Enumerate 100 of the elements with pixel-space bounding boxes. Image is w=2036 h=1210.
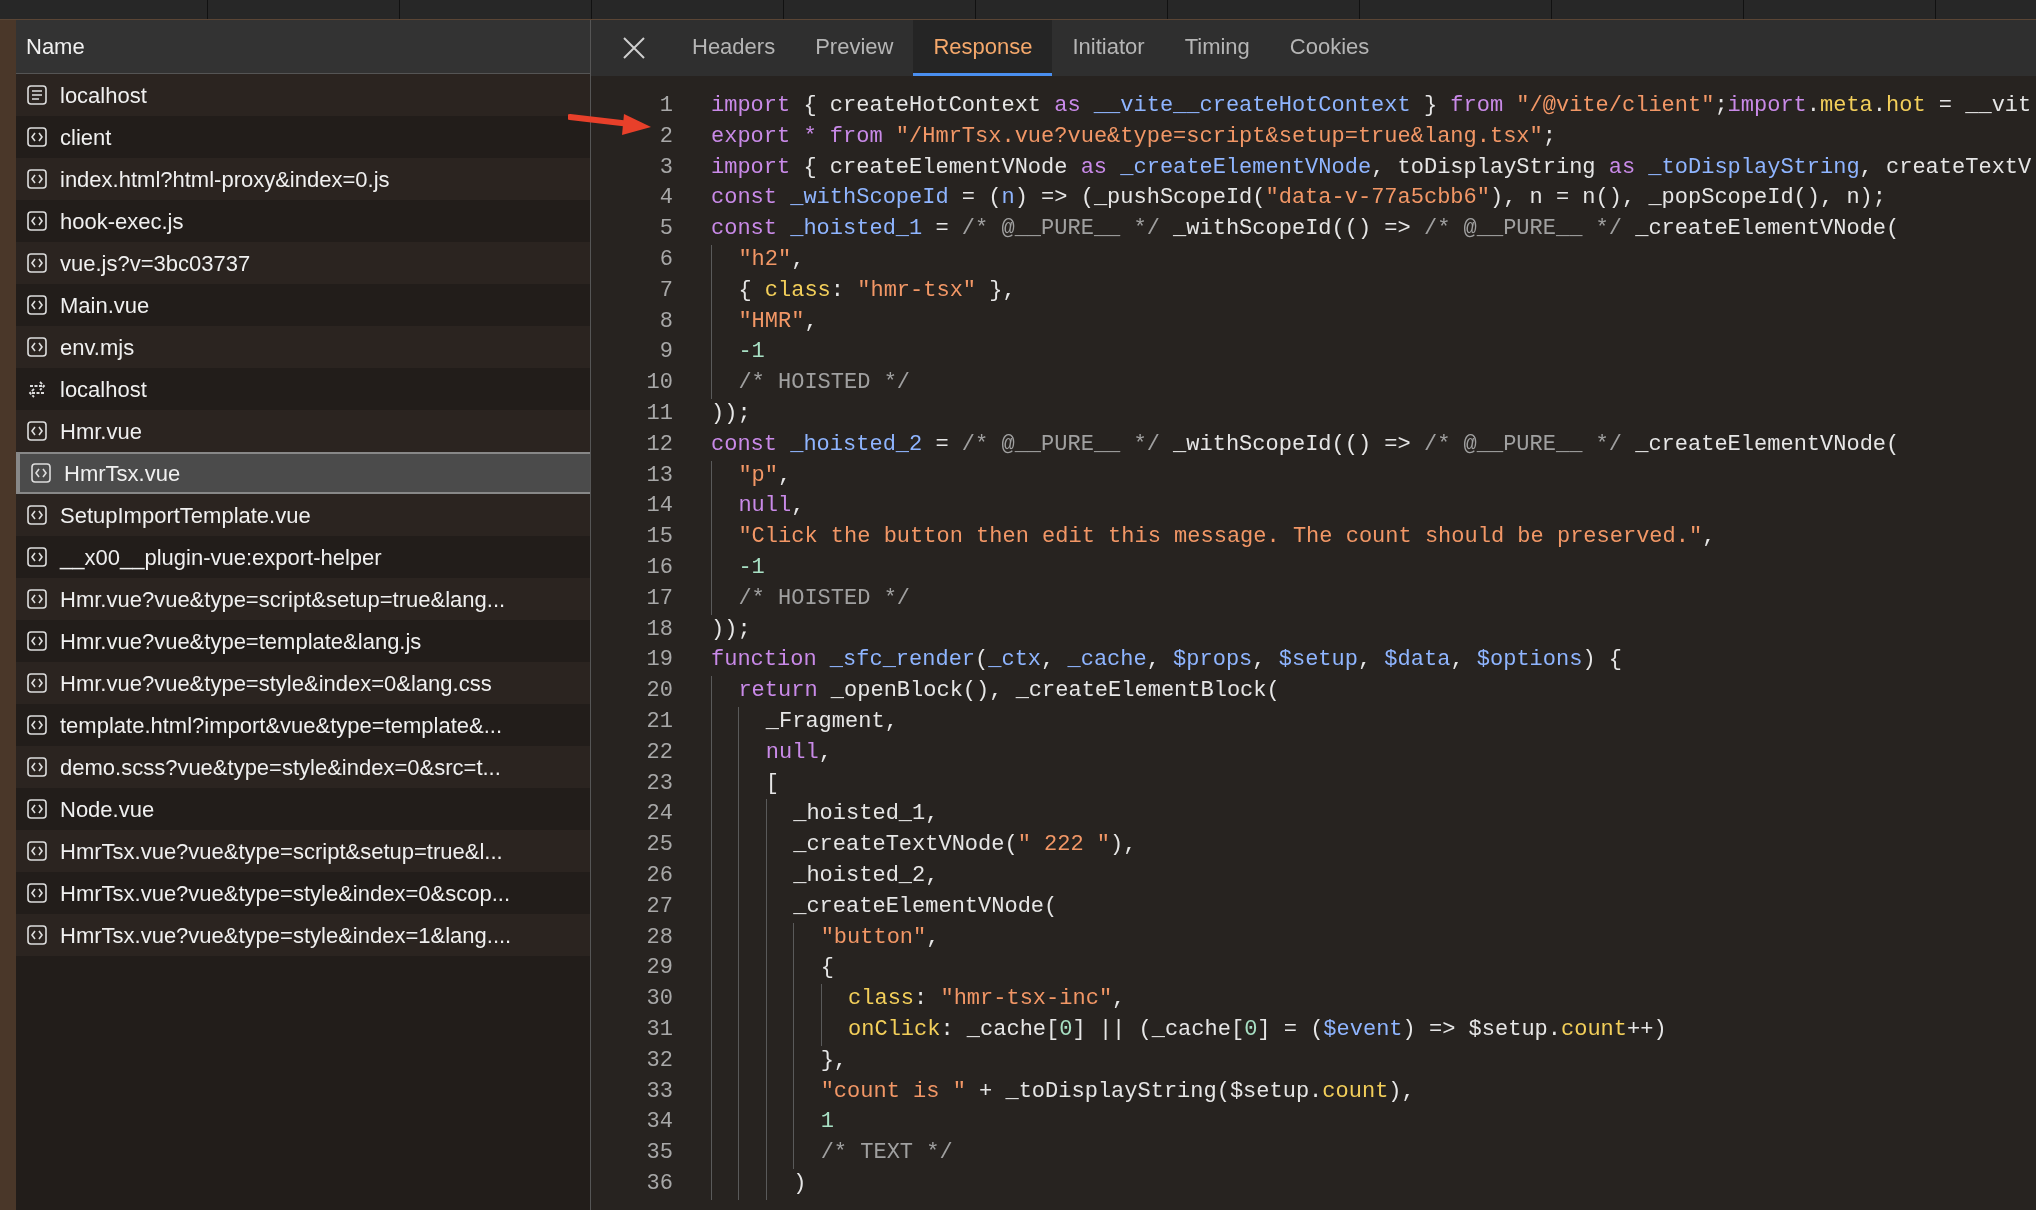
request-name: localhost <box>60 375 147 404</box>
line-number: 3 <box>658 153 673 182</box>
request-name: client <box>60 123 112 152</box>
request-row[interactable]: Hmr.vue <box>16 410 590 452</box>
request-name: HmrTsx.vue?vue&type=script&setup=true&l... <box>60 837 503 866</box>
request-row[interactable]: demo.scss?vue&type=style&index=0&src=t... <box>16 746 590 788</box>
code-line: const _withScopeId = (n) => (_pushScopeId("data-v-77a5cbb6"), n = n(), _popScopeId(), n); <box>711 184 1887 213</box>
code-file-icon <box>26 210 48 232</box>
request-name: demo.scss?vue&type=style&index=0&src=t... <box>60 753 501 782</box>
code-line: [ <box>711 768 779 800</box>
code-line: null, <box>711 737 832 769</box>
document-icon <box>26 84 48 106</box>
request-name: __x00__plugin-vue:export-helper <box>60 543 382 572</box>
code-line: return _openBlock(), _createElementBlock( <box>711 676 1280 707</box>
code-file-icon <box>26 882 48 904</box>
line-number: 8 <box>658 307 673 336</box>
request-row[interactable]: HmrTsx.vue <box>16 452 590 494</box>
request-row[interactable]: index.html?html-proxy&index=0.js <box>16 158 590 200</box>
request-name: Hmr.vue?vue&type=template&lang.js <box>60 627 422 656</box>
code-file-icon <box>26 504 48 526</box>
request-row[interactable]: localhost <box>16 74 590 116</box>
line-number: 4 <box>658 184 673 213</box>
request-row[interactable]: env.mjs <box>16 326 590 368</box>
code-line: const _hoisted_1 = /* @__PURE__ */ _withScopeId(() => /* @__PURE__ */ _createElementVNode( <box>711 215 1900 244</box>
code-file-icon <box>26 672 48 694</box>
column-header[interactable]: Name <box>16 20 590 74</box>
code-line: /* HOISTED */ <box>711 368 911 399</box>
code-file-icon <box>26 546 48 568</box>
request-name: Hmr.vue?vue&type=style&index=0&lang.css <box>60 669 492 698</box>
request-row[interactable]: SetupImportTemplate.vue <box>16 494 590 536</box>
line-number: 19 <box>645 646 673 675</box>
tab[interactable]: Timing <box>1164 20 1270 76</box>
line-number: 29 <box>645 954 673 983</box>
code-line: _Fragment, <box>711 706 898 738</box>
code-file-icon <box>26 588 48 610</box>
code-line: ) <box>711 1168 807 1200</box>
code-line: { class: "hmr-tsx" }, <box>711 275 1016 307</box>
request-row[interactable]: HmrTsx.vue?vue&type=style&index=1&lang.... <box>16 914 590 956</box>
code-file-icon <box>26 798 48 820</box>
line-number: 25 <box>645 831 673 860</box>
line-number: 20 <box>645 677 673 706</box>
request-row[interactable]: vue.js?v=3bc03737 <box>16 242 590 284</box>
request-name: index.html?html-proxy&index=0.js <box>60 165 390 194</box>
line-number: 7 <box>658 276 673 305</box>
line-number: 23 <box>645 769 673 798</box>
line-number: 35 <box>645 1139 673 1168</box>
code-file-icon <box>26 126 48 148</box>
line-number: 26 <box>645 861 673 890</box>
line-number: 12 <box>645 430 673 459</box>
request-name: localhost <box>60 81 147 110</box>
line-number: 9 <box>658 338 673 367</box>
code-line: 1 <box>711 1107 834 1139</box>
tab[interactable]: Preview <box>795 20 914 76</box>
code-line: _hoisted_1, <box>711 799 939 831</box>
request-name: Hmr.vue?vue&type=script&setup=true&lang... <box>60 585 506 614</box>
line-number: 36 <box>645 1169 673 1198</box>
line-number: 30 <box>645 985 673 1014</box>
tab[interactable]: Cookies <box>1269 20 1390 76</box>
line-number: 5 <box>658 215 673 244</box>
line-number: 10 <box>645 369 673 398</box>
code-line: "h2", <box>711 245 805 276</box>
line-number: 24 <box>645 800 673 829</box>
line-number: 15 <box>645 523 673 552</box>
code-line: import { createElementVNode as _createElementVNode, toDisplayString as _toDisplayString, createTextV <box>711 153 2032 182</box>
code-file-icon <box>26 336 48 358</box>
line-number: 27 <box>645 892 673 921</box>
code-file-icon <box>26 420 48 442</box>
tab[interactable]: Headers <box>672 20 796 76</box>
code-line: )); <box>711 615 751 644</box>
line-number: 2 <box>658 122 673 151</box>
tab[interactable]: Initiator <box>1052 20 1165 76</box>
code-line: "Click the button then edit this message. The count should be preserved.", <box>711 522 1716 553</box>
request-name: hook-exec.js <box>60 207 184 236</box>
line-number: 13 <box>645 461 673 490</box>
line-number: 1 <box>658 92 673 120</box>
line-number: 33 <box>645 1077 673 1106</box>
request-row[interactable]: Hmr.vue?vue&type=style&index=0&lang.css <box>16 662 590 704</box>
request-row[interactable]: HmrTsx.vue?vue&type=script&setup=true&l... <box>16 830 590 872</box>
code-line: _hoisted_2, <box>711 860 939 892</box>
request-row[interactable]: Hmr.vue?vue&type=script&setup=true&lang... <box>16 578 590 620</box>
code-line: { <box>711 953 834 985</box>
code-file-icon <box>26 714 48 736</box>
code-line: /* HOISTED */ <box>711 583 911 615</box>
code-line: export * from "/HmrTsx.vue?vue&type=script&setup=true&lang.tsx"; <box>711 122 1556 151</box>
line-number: 17 <box>645 584 673 613</box>
request-name: SetupImportTemplate.vue <box>60 501 311 530</box>
code-line: "HMR", <box>711 306 818 338</box>
line-number: 11 <box>645 399 673 428</box>
code-line: "count is " + _toDisplayString($setup.count), <box>711 1076 1415 1108</box>
code-line: const _hoisted_2 = /* @__PURE__ */ _withScopeId(() => /* @__PURE__ */ _createElementVNode( <box>711 430 1900 459</box>
code-file-icon <box>26 756 48 778</box>
request-name: Hmr.vue <box>60 417 142 446</box>
code-file-icon <box>26 294 48 316</box>
line-number: 28 <box>645 923 673 952</box>
code-file-icon <box>26 252 48 274</box>
request-name: Main.vue <box>60 291 150 320</box>
swap-arrows-icon <box>26 378 48 400</box>
line-number: 6 <box>658 246 673 274</box>
line-number: 21 <box>645 707 673 736</box>
tab[interactable]: Response <box>913 20 1053 76</box>
